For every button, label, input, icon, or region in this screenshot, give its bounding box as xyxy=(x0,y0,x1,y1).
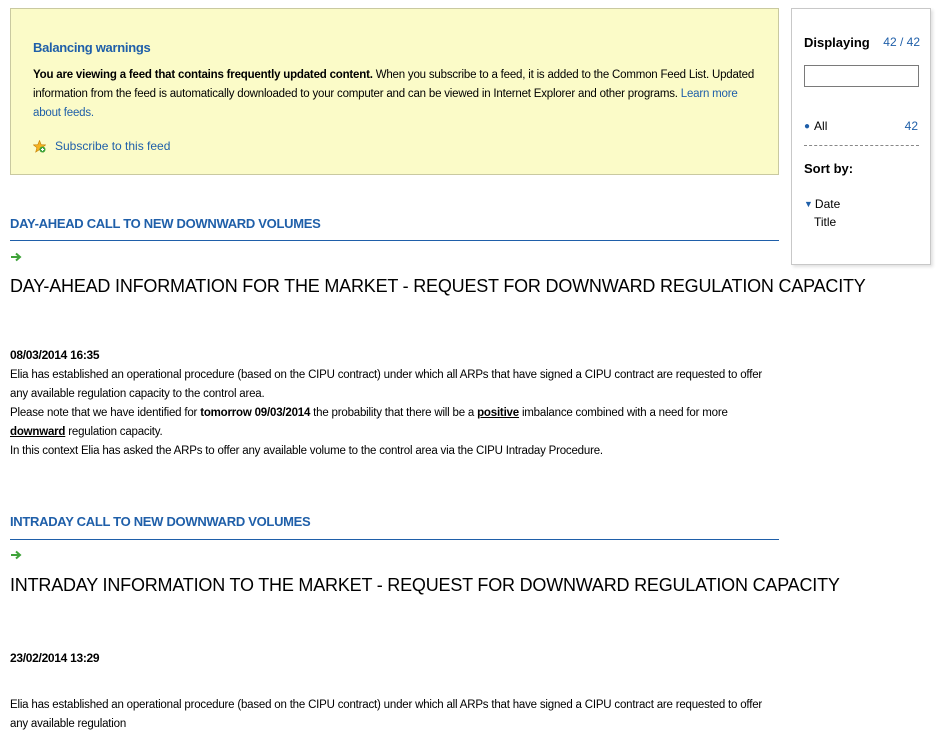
feed-filter-panel: Displaying 42 / 42 ● All 42 Sort by: ▼ D… xyxy=(791,8,931,265)
text-bold: tomorrow 09/03/2014 xyxy=(200,407,311,419)
subscribe-link[interactable]: Subscribe to this feed xyxy=(33,139,170,153)
item-title[interactable]: DAY-AHEAD INFORMATION FOR THE MARKET - R… xyxy=(10,276,866,297)
banner-text-bold: You are viewing a feed that contains fre… xyxy=(33,69,373,81)
bullet-icon: ● xyxy=(804,120,811,132)
section-divider xyxy=(10,240,779,241)
item-date: 08/03/2014 16:35 xyxy=(10,348,100,362)
section-divider xyxy=(10,539,779,540)
section-heading[interactable]: INTRADAY CALL TO NEW DOWNWARD VOLUMES xyxy=(10,514,311,529)
arrow-right-icon xyxy=(11,550,22,560)
subscribe-label[interactable]: Subscribe to this feed xyxy=(55,139,170,153)
sort-desc-icon: ▼ xyxy=(804,199,813,209)
filter-all-link[interactable]: ● All xyxy=(804,119,827,133)
text-underlined: downward xyxy=(10,426,66,438)
item-body: Elia has established an operational proc… xyxy=(10,696,780,734)
section-heading[interactable]: DAY-AHEAD CALL TO NEW DOWNWARD VOLUMES xyxy=(10,216,321,231)
sort-by-label: Sort by: xyxy=(804,161,854,176)
item-paragraph: Please note that we have identified for … xyxy=(10,404,780,442)
displaying-count: 42 / 42 xyxy=(883,35,920,49)
sort-date-option[interactable]: ▼ Date xyxy=(804,197,840,211)
item-paragraph: In this context Elia has asked the ARPs … xyxy=(10,445,603,457)
divider xyxy=(804,145,919,146)
sort-date-label[interactable]: Date xyxy=(815,197,840,211)
filter-all-label[interactable]: All xyxy=(814,119,827,133)
filter-all-count: 42 xyxy=(904,119,918,133)
sort-title-option[interactable]: Title xyxy=(814,215,836,229)
text-span: Please note that we have identified for xyxy=(10,407,201,419)
arrow-right-icon xyxy=(11,252,22,262)
feed-star-icon xyxy=(33,139,46,153)
banner-title: Balancing warnings xyxy=(33,40,151,55)
item-body: Elia has established an operational proc… xyxy=(10,366,780,461)
item-paragraph: Elia has established an operational proc… xyxy=(10,369,763,400)
feed-info-banner: Balancing warnings You are viewing a fee… xyxy=(10,8,779,175)
item-title[interactable]: INTRADAY INFORMATION TO THE MARKET - REQ… xyxy=(10,575,840,596)
feed-filter-input[interactable] xyxy=(804,65,919,87)
item-paragraph: Elia has established an operational proc… xyxy=(10,699,763,730)
text-span: regulation capacity. xyxy=(65,426,163,438)
banner-text: You are viewing a feed that contains fre… xyxy=(33,66,763,123)
item-date: 23/02/2014 13:29 xyxy=(10,651,100,665)
text-underlined: positive xyxy=(477,407,519,419)
text-span: the probability that there will be a xyxy=(310,407,478,419)
displaying-label: Displaying xyxy=(804,35,870,50)
text-span: imbalance combined with a need for more xyxy=(518,407,728,419)
